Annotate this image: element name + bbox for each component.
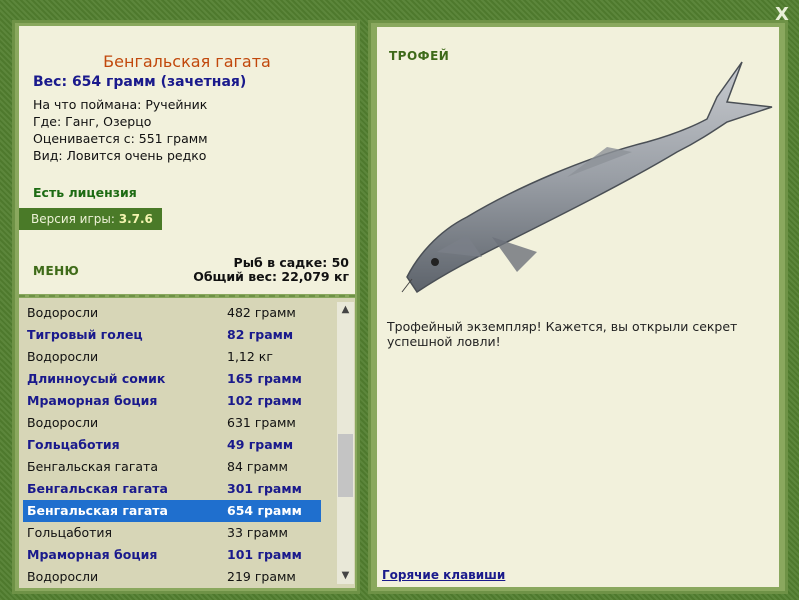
list-item[interactable]: Мраморная боция 101 грамм bbox=[23, 544, 321, 566]
catch-name: Бенгальская гагата bbox=[27, 481, 168, 496]
fish-name: Бенгальская гагата bbox=[103, 52, 271, 71]
fish-valued: Оценивается с: 551 грамм bbox=[33, 131, 208, 146]
menu-button[interactable]: МЕНЮ bbox=[33, 264, 79, 278]
catch-name: Водоросли bbox=[27, 349, 99, 364]
list-item[interactable]: Бенгальская гагата 654 грамм bbox=[23, 500, 321, 522]
fish-weight: Вес: 654 грамм (зачетная) bbox=[33, 74, 247, 90]
version-bar: Версия игры: 3.7.6 bbox=[19, 208, 162, 230]
hotkeys-link[interactable]: Горячие клавиши bbox=[382, 568, 505, 582]
catch-weight: 219 грамм bbox=[227, 569, 296, 584]
trophy-description: Трофейный экземпляр! Кажется, вы открыли… bbox=[387, 319, 738, 349]
catch-weight: 654 грамм bbox=[227, 503, 302, 518]
scrollbar[interactable]: ▲ ▼ bbox=[337, 302, 354, 584]
version-value: 3.7.6 bbox=[118, 212, 153, 226]
catch-name: Мраморная боция bbox=[27, 547, 158, 562]
list-item[interactable]: Гольцаботия 33 грамм bbox=[23, 522, 321, 544]
list-item[interactable]: Мраморная боция 102 грамм bbox=[23, 390, 321, 412]
catch-weight: 33 грамм bbox=[227, 525, 288, 540]
catch-name: Водоросли bbox=[27, 305, 99, 320]
fish-picture bbox=[401, 61, 773, 294]
catch-weight: 102 грамм bbox=[227, 393, 302, 408]
scroll-up-arrow-icon[interactable]: ▲ bbox=[337, 302, 354, 318]
catch-name: Мраморная боция bbox=[27, 393, 158, 408]
catch-name: Гольцаботия bbox=[27, 525, 113, 540]
list-item[interactable]: Гольцаботия 49 грамм bbox=[23, 434, 321, 456]
fish-rarity: Вид: Ловится очень редко bbox=[33, 148, 207, 163]
fish-bait: На что поймана: Ручейник bbox=[33, 97, 208, 112]
list-item[interactable]: Водоросли 1,12 кг bbox=[23, 346, 321, 368]
catch-weight: 482 грамм bbox=[227, 305, 296, 320]
catch-weight: 101 грамм bbox=[227, 547, 302, 562]
list-item[interactable]: Водоросли 482 грамм bbox=[23, 302, 321, 324]
catch-weight: 631 грамм bbox=[227, 415, 296, 430]
trophy-content: ТРОФЕЙ Трофейный экземпляр! Кажется, вы … bbox=[377, 27, 779, 587]
divider bbox=[19, 295, 355, 297]
catch-name: Водоросли bbox=[27, 569, 99, 584]
list-item[interactable]: Тигровый голец 82 грамм bbox=[23, 324, 321, 346]
keep-count: Рыб в садке: 50 bbox=[233, 255, 349, 270]
catch-name: Гольцаботия bbox=[27, 437, 120, 452]
list-item[interactable]: Бенгальская гагата 301 грамм bbox=[23, 478, 321, 500]
catch-name: Водоросли bbox=[27, 415, 99, 430]
catch-weight: 49 грамм bbox=[227, 437, 294, 452]
list-item[interactable]: Водоросли 219 грамм bbox=[23, 566, 321, 588]
fish-details: Бенгальская гагата Вес: 654 грамм (зачет… bbox=[19, 26, 355, 294]
list-item[interactable]: Бенгальская гагата 84 грамм bbox=[23, 456, 321, 478]
total-weight: Общий вес: 22,079 кг bbox=[193, 269, 349, 284]
catch-weight: 165 грамм bbox=[227, 371, 302, 386]
catch-weight: 84 грамм bbox=[227, 459, 288, 474]
license-status: Есть лицензия bbox=[33, 185, 137, 200]
list-item[interactable]: Длинноусый сомик 165 грамм bbox=[23, 368, 321, 390]
list-item[interactable]: Водоросли 631 грамм bbox=[23, 412, 321, 434]
catch-weight: 301 грамм bbox=[227, 481, 302, 496]
fish-info-panel: Бенгальская гагата Вес: 654 грамм (зачет… bbox=[12, 20, 360, 594]
scroll-thumb[interactable] bbox=[338, 434, 353, 497]
catch-name: Бенгальская гагата bbox=[27, 503, 168, 518]
catch-weight: 82 грамм bbox=[227, 327, 294, 342]
catch-name: Бенгальская гагата bbox=[27, 459, 158, 474]
catch-list: Водоросли 482 грамм Тигровый голец 82 грамм… bbox=[19, 298, 355, 588]
catch-name: Тигровый голец bbox=[27, 327, 143, 342]
scroll-down-arrow-icon[interactable]: ▼ bbox=[337, 568, 354, 584]
catch-weight: 1,12 кг bbox=[227, 349, 273, 364]
catch-name: Длинноусый сомик bbox=[27, 371, 166, 386]
version-label: Версия игры: bbox=[31, 212, 119, 226]
trophy-panel: ТРОФЕЙ Трофейный экземпляр! Кажется, вы … bbox=[368, 20, 788, 594]
fish-location: Где: Ганг, Озерцо bbox=[33, 114, 152, 129]
